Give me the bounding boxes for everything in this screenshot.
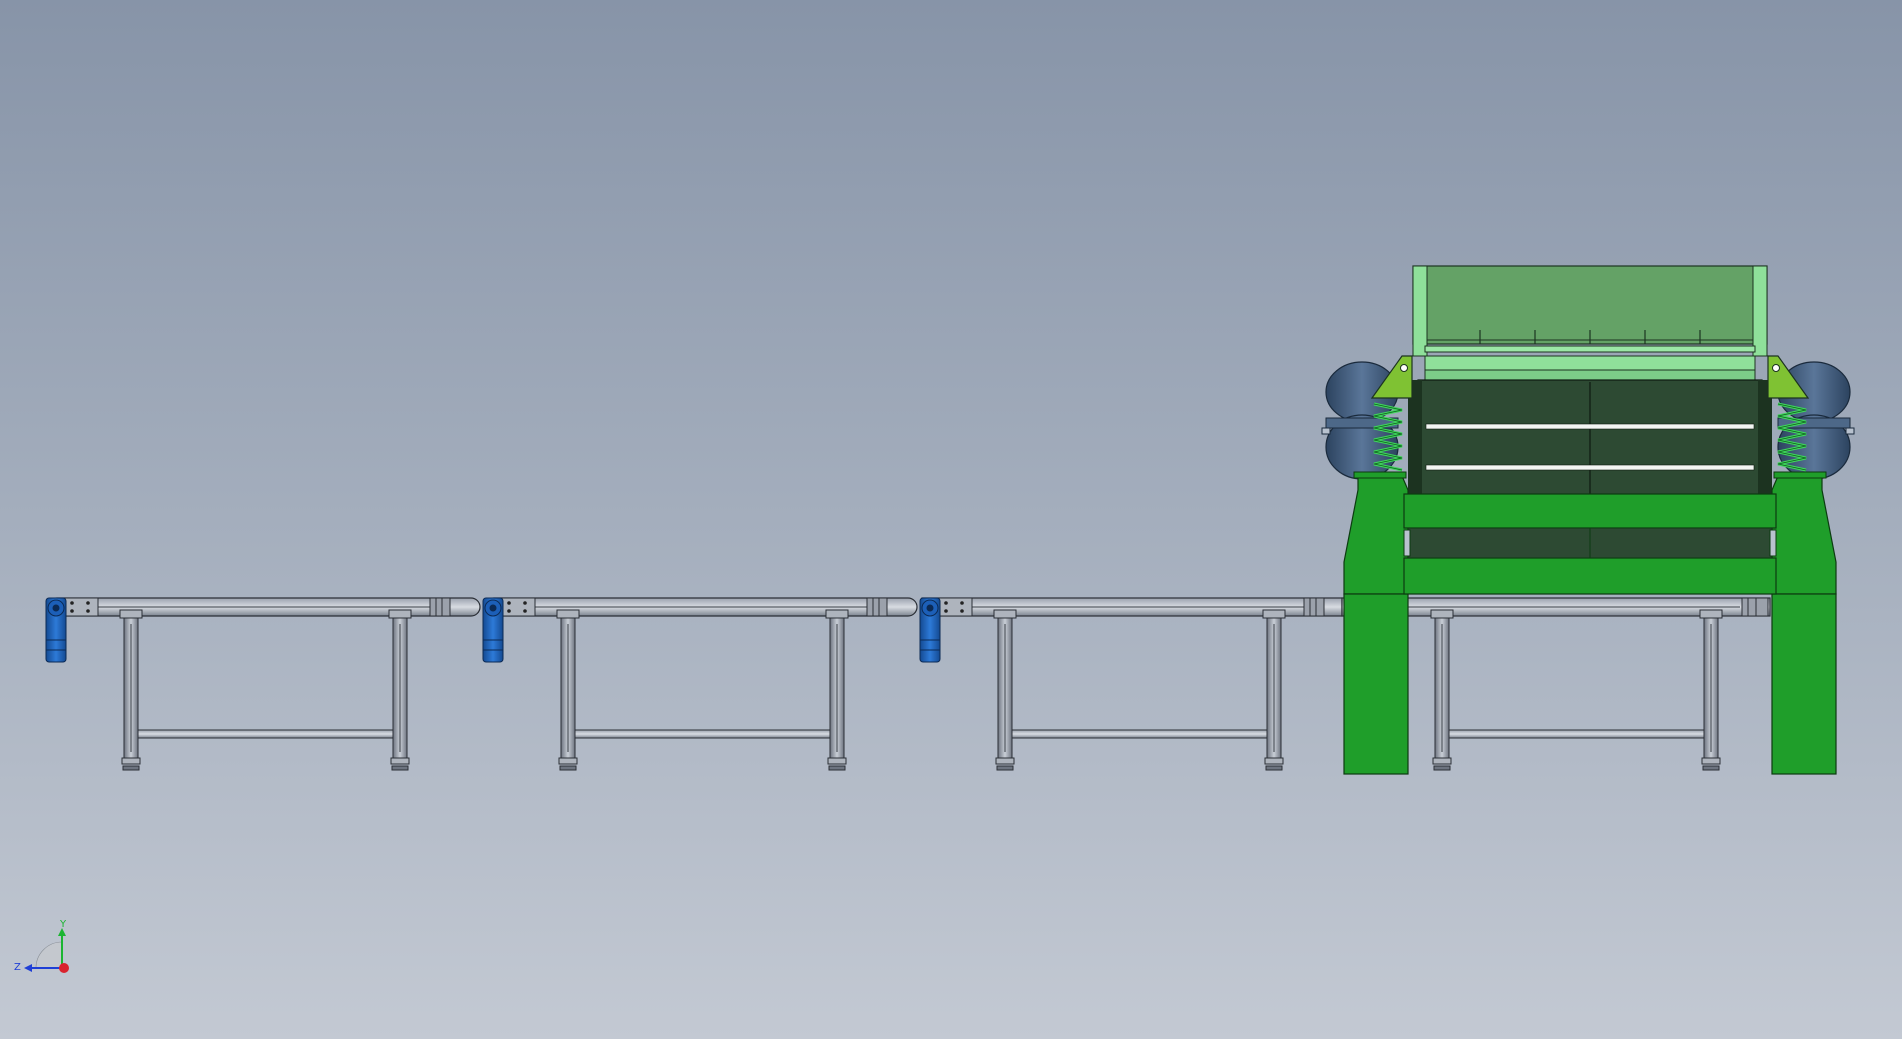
drive-motor[interactable] [45,597,67,663]
support-leg [825,609,849,771]
drive-motor[interactable] [482,597,504,663]
assembly-model[interactable] [0,0,1902,1039]
support-leg [556,609,580,771]
y-axis-label: Y [59,919,67,930]
end-plate [937,597,973,617]
support-leg [119,609,143,771]
support-frame [1343,471,1837,775]
support-leg [993,609,1017,771]
cross-brace [1011,729,1268,739]
support-leg [388,609,412,771]
x-axis-icon [59,963,69,973]
coordinate-triad[interactable]: Y Z [12,918,82,978]
support-leg [1430,609,1454,771]
triad-base-icon [35,941,63,969]
feed-hopper [1412,265,1768,381]
graphics-viewport[interactable]: Y Z [0,0,1902,1039]
cross-brace [1448,729,1705,739]
drive-motor[interactable] [919,597,941,663]
cross-brace [574,729,831,739]
conveyor-section-3[interactable] [919,597,1343,771]
conveyor-section-2[interactable] [482,597,918,771]
conveyor-section-1[interactable] [45,597,481,771]
cross-brace [137,729,394,739]
end-plate [63,597,99,617]
support-leg [1262,609,1286,771]
vibrating-screen[interactable] [1321,265,1855,775]
support-leg [1699,609,1723,771]
end-plate [500,597,536,617]
z-axis-label: Z [14,962,21,973]
